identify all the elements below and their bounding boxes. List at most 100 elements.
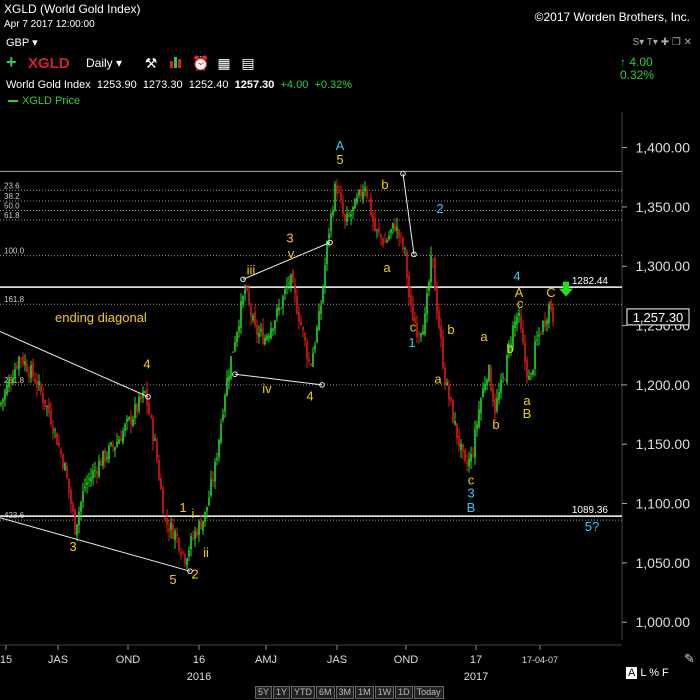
range-6m-button[interactable]: 6M	[316, 686, 335, 699]
candle-body	[408, 275, 410, 298]
candle-body	[424, 313, 426, 335]
x-tick-label: 15	[0, 654, 12, 666]
wave-label: a	[434, 372, 442, 387]
wave-label: 3	[286, 231, 293, 246]
period-selector[interactable]: Daily ▾	[86, 56, 122, 70]
wave-label: v	[288, 246, 295, 261]
up-arrow-icon: ↑	[620, 55, 626, 69]
ticker-symbol[interactable]: XGLD	[28, 55, 70, 72]
candle-body	[104, 449, 106, 462]
candle-body	[128, 417, 130, 420]
range-ytd-button[interactable]: YTD	[291, 686, 316, 699]
candle-body	[44, 399, 46, 407]
candle-body	[88, 478, 90, 480]
candle-body	[442, 336, 444, 368]
candle-body	[368, 199, 370, 201]
candle-body	[346, 214, 348, 223]
scale-f-button[interactable]: F	[662, 667, 669, 679]
wave-label: 4	[306, 388, 313, 403]
window-controls[interactable]: S▾ T▾ ✚ ❐ ✕	[633, 37, 692, 48]
candle-body	[50, 410, 52, 425]
currency-selector[interactable]: GBP ▾	[6, 36, 38, 49]
candle-body	[40, 384, 42, 393]
range-1w-button[interactable]: 1W	[374, 686, 395, 699]
candle-body	[182, 551, 184, 553]
candle-body	[522, 328, 524, 343]
range-1y-button[interactable]: 1Y	[273, 686, 291, 699]
key-level-label: 1282.44	[572, 276, 609, 287]
pencil-icon[interactable]: ✎	[684, 651, 695, 667]
candle-body	[138, 396, 140, 411]
change-indicator: ↑ 4.00 0.32%	[620, 56, 654, 82]
fib-level-label: 38.2	[4, 192, 20, 201]
candle-body	[6, 385, 8, 395]
scale-pct-button[interactable]: %	[649, 667, 659, 679]
candle-body	[16, 365, 18, 369]
quote-change: +4.00	[280, 79, 309, 91]
candle-body	[372, 213, 374, 222]
candle-body	[140, 395, 142, 400]
candle-body	[518, 312, 520, 317]
y-tick-label: 1,150.00	[636, 436, 691, 452]
quote-open: 1253.90	[96, 79, 137, 91]
candle-body	[270, 328, 272, 339]
range-1m-button[interactable]: 1M	[355, 686, 374, 699]
scale-log-button[interactable]: L	[640, 667, 646, 679]
range-1d-button[interactable]: 1D	[395, 686, 413, 699]
range-5y-button[interactable]: 5Y	[255, 686, 273, 699]
x-tick-label: AMJ	[255, 654, 277, 666]
candle-body	[36, 380, 38, 388]
alarm-icon[interactable]: ⏰	[192, 55, 209, 71]
fib-level-label: 23.6	[4, 181, 20, 190]
candle-body	[356, 197, 358, 203]
candle-body	[208, 497, 210, 506]
candle-body	[492, 388, 494, 402]
candle-body	[282, 296, 284, 308]
indicators-icon[interactable]	[168, 55, 184, 71]
price-chart[interactable]: 1,000.00 1,050.00 1,100.00 1,150.00 1,200.00…	[0, 0, 700, 700]
candle-body	[70, 490, 72, 505]
x-tick-label: JAS	[327, 654, 347, 666]
candle-body	[496, 398, 498, 412]
wave-label: b	[381, 177, 388, 192]
add-symbol-button[interactable]: +	[6, 52, 17, 73]
candle-body	[420, 333, 422, 337]
candle-body	[224, 395, 226, 412]
wave-label: ii	[203, 545, 209, 560]
wave-label: b	[492, 417, 499, 432]
candle-body	[528, 376, 530, 380]
candle-body	[114, 447, 116, 451]
y-tick-label: 1,000.00	[636, 614, 691, 630]
scale-auto-button[interactable]: A	[626, 667, 638, 679]
candle-body	[484, 384, 486, 391]
range-buttons: 5Y 1Y YTD 6M 3M 1M 1W 1D Today	[255, 686, 445, 699]
candle-body	[18, 356, 20, 370]
candle-body	[468, 459, 470, 467]
candle-body	[228, 375, 230, 382]
range-3m-button[interactable]: 3M	[335, 686, 355, 699]
candle-body	[120, 437, 122, 441]
candle-body	[314, 344, 316, 350]
candle-body	[78, 511, 80, 526]
candle-body	[230, 356, 232, 380]
wave-label: a	[383, 260, 391, 275]
fib-level-label: 50.0	[4, 201, 20, 210]
range-today-button[interactable]: Today	[413, 686, 444, 699]
candle-body	[364, 187, 366, 192]
wave-label: B	[523, 406, 532, 421]
wave-label: 1	[179, 500, 186, 515]
candle-body	[176, 533, 178, 537]
candle-body	[2, 398, 4, 403]
candle-body	[552, 307, 554, 323]
candle-body	[308, 359, 310, 362]
candle-body	[4, 391, 6, 400]
calculator-icon[interactable]: ▦	[216, 55, 232, 71]
candle-body	[302, 327, 304, 331]
candle-body	[458, 435, 460, 447]
candle-body	[504, 379, 506, 381]
tools-icon[interactable]: ⚒	[143, 55, 159, 71]
layout-icon[interactable]: ▤	[240, 55, 256, 71]
candle-body	[58, 442, 60, 446]
candle-body	[14, 369, 16, 379]
x-tick-label: 17-04-07	[522, 655, 558, 665]
